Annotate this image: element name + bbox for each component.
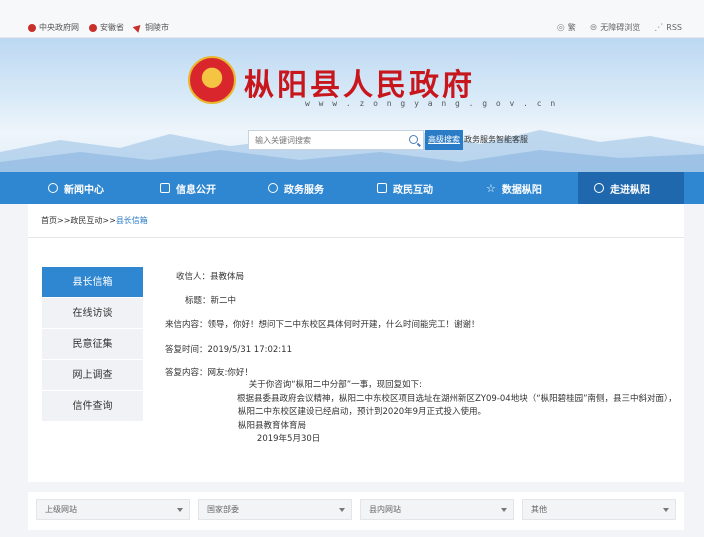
document-icon — [160, 183, 170, 193]
sidemenu-item-letter-query[interactable]: 信件查询 — [42, 391, 143, 422]
chevron-down-icon — [501, 508, 507, 512]
sidemenu-item-opinion-collection[interactable]: 民意征集 — [42, 329, 143, 360]
chevron-down-icon — [339, 508, 345, 512]
breadcrumb: 首页>>政民互动>>县长信箱 — [41, 215, 148, 226]
nav-data[interactable]: ☆ 数据枞阳 — [486, 172, 542, 204]
chevron-down-icon — [177, 508, 183, 512]
nav-about[interactable]: 走进枞阳 — [578, 172, 684, 204]
accessibility-icon: ⊜ — [589, 22, 598, 33]
footer-links: 上级网站 国家部委 县内网站 其他 — [28, 492, 684, 530]
reply-line-6: 2019年5月30日 — [238, 434, 321, 444]
smart-service-link[interactable]: 政务服务智能客服 — [464, 130, 528, 150]
link-central-gov[interactable]: 中央政府网 — [28, 22, 79, 33]
site-header: 枞阳县人民政府 w w w . z o n g y a n g . g o v … — [0, 38, 704, 172]
building-icon — [377, 183, 387, 193]
main-nav: 新闻中心 信息公开 政务服务 政民互动 ☆ 数据枞阳 走进枞阳 — [0, 172, 704, 204]
emblem-icon — [28, 23, 36, 32]
sidemenu-item-online-interview[interactable]: 在线访谈 — [42, 298, 143, 329]
reply-line-4: 枞阳二中东校区建设已经启动，预计到2020年9月正式投入使用。 — [238, 407, 487, 417]
side-menu: 县长信箱 在线访谈 民意征集 网上调查 信件查询 — [42, 267, 143, 422]
select-others[interactable]: 其他 — [522, 499, 676, 520]
content-label: 来信内容： — [165, 320, 208, 330]
reply-label: 答复内容： — [165, 368, 208, 378]
content-row: 来信内容：领导，你好！想问下二中东校区具体何时开建，什么时间能完工！谢谢！ — [165, 318, 480, 330]
person-icon — [594, 183, 604, 193]
reply-line-1: 网友:你好！ — [207, 368, 253, 378]
content-panel: 首页>>政民互动>>县长信箱 县长信箱 在线访谈 民意征集 网上调查 信件查询 … — [28, 204, 684, 482]
sidemenu-item-online-survey[interactable]: 网上调查 — [42, 360, 143, 391]
traditional-chinese-toggle[interactable]: ◎ 繁 — [557, 22, 576, 33]
search-icon[interactable] — [409, 135, 418, 144]
reply-time-label: 答复时间： — [165, 345, 208, 355]
site-title: 枞阳县人民政府 — [244, 68, 475, 103]
recipient-row: 收信人：县教体局 — [176, 270, 244, 282]
select-parent-sites[interactable]: 上级网站 — [36, 499, 190, 520]
nav-gov-services[interactable]: 政务服务 — [268, 172, 324, 204]
select-county-sites[interactable]: 县内网站 — [360, 499, 514, 520]
reply-line-3: 根据县委县政府会议精神，枞阳二中东校区项目选址在湖州新区ZY09-04地块（“枞… — [237, 393, 677, 404]
reply-line-2: 关于你咨询“枞阳二中分部”一事，现回复如下: — [238, 380, 422, 390]
location-arrow-icon — [132, 22, 144, 33]
site-url: w w w . z o n g y a n g . g o v . c n — [305, 99, 558, 108]
reply-content: 关于你咨询“枞阳二中分部”一事，现回复如下: 根据县委县政府会议精神，枞阳二中东… — [237, 379, 677, 447]
top-bar: 中央政府网 安徽省 铜陵市 ◎ 繁 ⊜ 无障碍浏览 ⋰ RSS — [0, 0, 704, 38]
emblem-icon — [89, 23, 97, 32]
accessibility-link[interactable]: ⊜ 无障碍浏览 — [590, 22, 641, 33]
advanced-search-button[interactable]: 高级搜索 — [425, 130, 463, 150]
link-tongling[interactable]: 铜陵市 — [132, 22, 169, 33]
subject-value: 新二中 — [210, 296, 237, 306]
rss-icon: ⋰ — [654, 22, 664, 33]
recipient-label: 收信人： — [176, 272, 211, 282]
content-value: 领导，你好！想问下二中东校区具体何时开建，什么时间能完工！谢谢！ — [207, 320, 480, 330]
search-box — [248, 130, 424, 150]
nav-interaction[interactable]: 政民互动 — [377, 172, 433, 204]
reply-line-5: 枞阳县教育体育局 — [238, 420, 307, 431]
subject-label: 标题： — [185, 296, 211, 306]
sidemenu-item-mayor-mailbox[interactable]: 县长信箱 — [42, 267, 143, 298]
recipient-value: 县教体局 — [210, 272, 245, 282]
reply-time-value: 2019/5/31 17:02:11 — [207, 345, 292, 355]
reply-time-row: 答复时间：2019/5/31 17:02:11 — [165, 343, 292, 355]
search-input[interactable] — [249, 131, 399, 149]
link-anhui[interactable]: 安徽省 — [89, 22, 124, 33]
news-icon — [48, 183, 58, 193]
nav-news-center[interactable]: 新闻中心 — [48, 172, 104, 204]
breadcrumb-path[interactable]: 首页>>政民互动>> — [41, 216, 116, 225]
divider — [28, 237, 684, 238]
star-icon: ☆ — [486, 181, 496, 195]
rss-link[interactable]: ⋰ RSS — [654, 22, 682, 33]
chat-icon — [268, 183, 278, 193]
reply-label-row: 答复内容：网友:你好！ — [165, 366, 253, 378]
globe-icon: ◎ — [556, 22, 565, 33]
breadcrumb-current[interactable]: 县长信箱 — [116, 216, 148, 225]
select-ministries[interactable]: 国家部委 — [198, 499, 352, 520]
nav-info-disclosure[interactable]: 信息公开 — [160, 172, 216, 204]
chevron-down-icon — [663, 508, 669, 512]
subject-row: 标题：新二中 — [185, 294, 236, 306]
national-emblem-logo — [188, 56, 236, 104]
